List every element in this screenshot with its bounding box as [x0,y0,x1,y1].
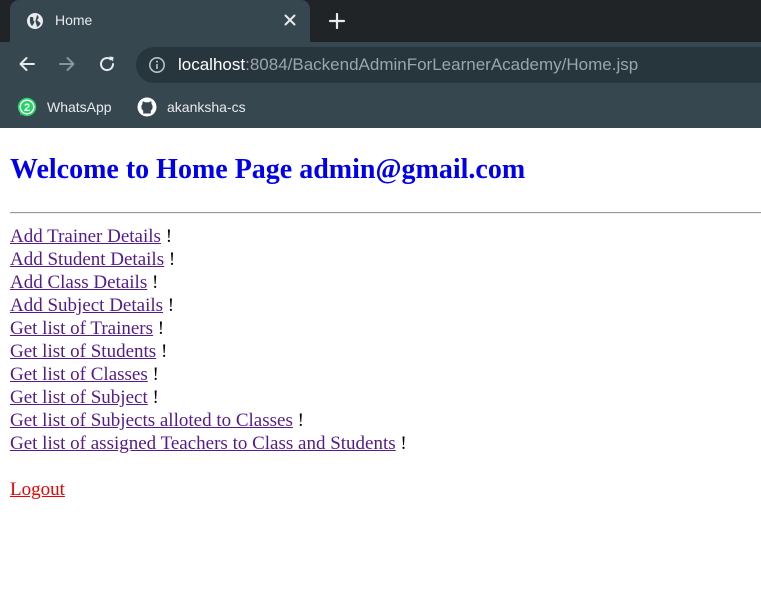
list-item: Add Student Details ! [10,248,407,271]
bookmarks-bar: 2 WhatsApp akanksha-cs [0,87,761,128]
url-path: :8084/BackendAdminForLearnerAcademy/Home… [245,55,639,74]
tab-title: Home [55,12,93,28]
browser-toolbar: localhost:8084/BackendAdminForLearnerAca… [0,42,761,87]
page-content: Welcome to Home Page admin@gmail.com Add… [0,128,761,604]
globe-icon [27,13,43,29]
github-icon [137,97,157,117]
browser-tab-home[interactable]: Home [10,0,310,42]
link-suffix: ! [164,249,176,270]
list-item: Add Trainer Details ! [10,225,407,248]
url-text[interactable]: localhost:8084/BackendAdminForLearnerAca… [178,55,638,75]
link-suffix: ! [147,272,159,293]
list-item: Get list of Students ! [10,340,407,363]
link-suffix: ! [147,387,159,408]
page-title: Welcome to Home Page admin@gmail.com [10,154,526,185]
list-trainers-link[interactable]: Get list of Trainers [10,318,153,339]
list-students-link[interactable]: Get list of Students [10,341,156,362]
add-trainer-details-link[interactable]: Add Trainer Details [10,226,161,247]
list-item: Get list of Trainers ! [10,317,407,340]
list-classes-link[interactable]: Get list of Classes [10,364,148,385]
link-suffix: ! [160,226,173,247]
add-student-details-link[interactable]: Add Student Details [10,249,164,270]
whatsapp-icon: 2 [17,97,37,117]
list-subject-link[interactable]: Get list of Subject [10,387,148,408]
list-item: Get list of Subject ! [10,386,407,409]
new-tab-plus-icon[interactable] [327,11,347,31]
bookmark-whatsapp[interactable]: 2 WhatsApp [17,96,112,118]
divider [10,212,761,214]
list-item: Get list of assigned Teachers to Class a… [10,432,407,455]
tab-strip: Home [0,0,761,42]
link-suffix: ! [292,410,304,431]
list-item: Get list of Subjects alloted to Classes … [10,409,407,432]
link-suffix: ! [156,341,168,362]
whatsapp-badge-count: 2 [24,102,30,114]
url-host: localhost [178,55,246,74]
bookmark-akanksha-cs[interactable]: akanksha-cs [137,96,246,118]
link-suffix: ! [163,295,175,316]
back-arrow-icon[interactable] [17,54,37,74]
list-assigned-teachers-link[interactable]: Get list of assigned Teachers to Class a… [10,433,396,454]
reload-icon[interactable] [97,54,117,74]
link-suffix: ! [147,364,159,385]
add-subject-details-link[interactable]: Add Subject Details [10,295,163,316]
list-item: Get list of Classes ! [10,363,407,386]
add-class-details-link[interactable]: Add Class Details [10,272,147,293]
link-suffix: ! [395,433,407,454]
close-icon[interactable] [282,12,298,28]
site-info-icon[interactable] [148,56,166,74]
logout-link[interactable]: Logout [10,478,65,501]
address-bar[interactable]: localhost:8084/BackendAdminForLearnerAca… [136,47,761,83]
bookmark-label: akanksha-cs [167,99,246,115]
forward-arrow-icon[interactable] [57,54,77,74]
list-item: Add Class Details ! [10,271,407,294]
admin-links-list: Add Trainer Details ! Add Student Detail… [10,225,407,455]
bookmark-label: WhatsApp [47,99,112,115]
list-subjects-alloted-link[interactable]: Get list of Subjects alloted to Classes [10,410,293,431]
link-suffix: ! [153,318,165,339]
list-item: Add Subject Details ! [10,294,407,317]
